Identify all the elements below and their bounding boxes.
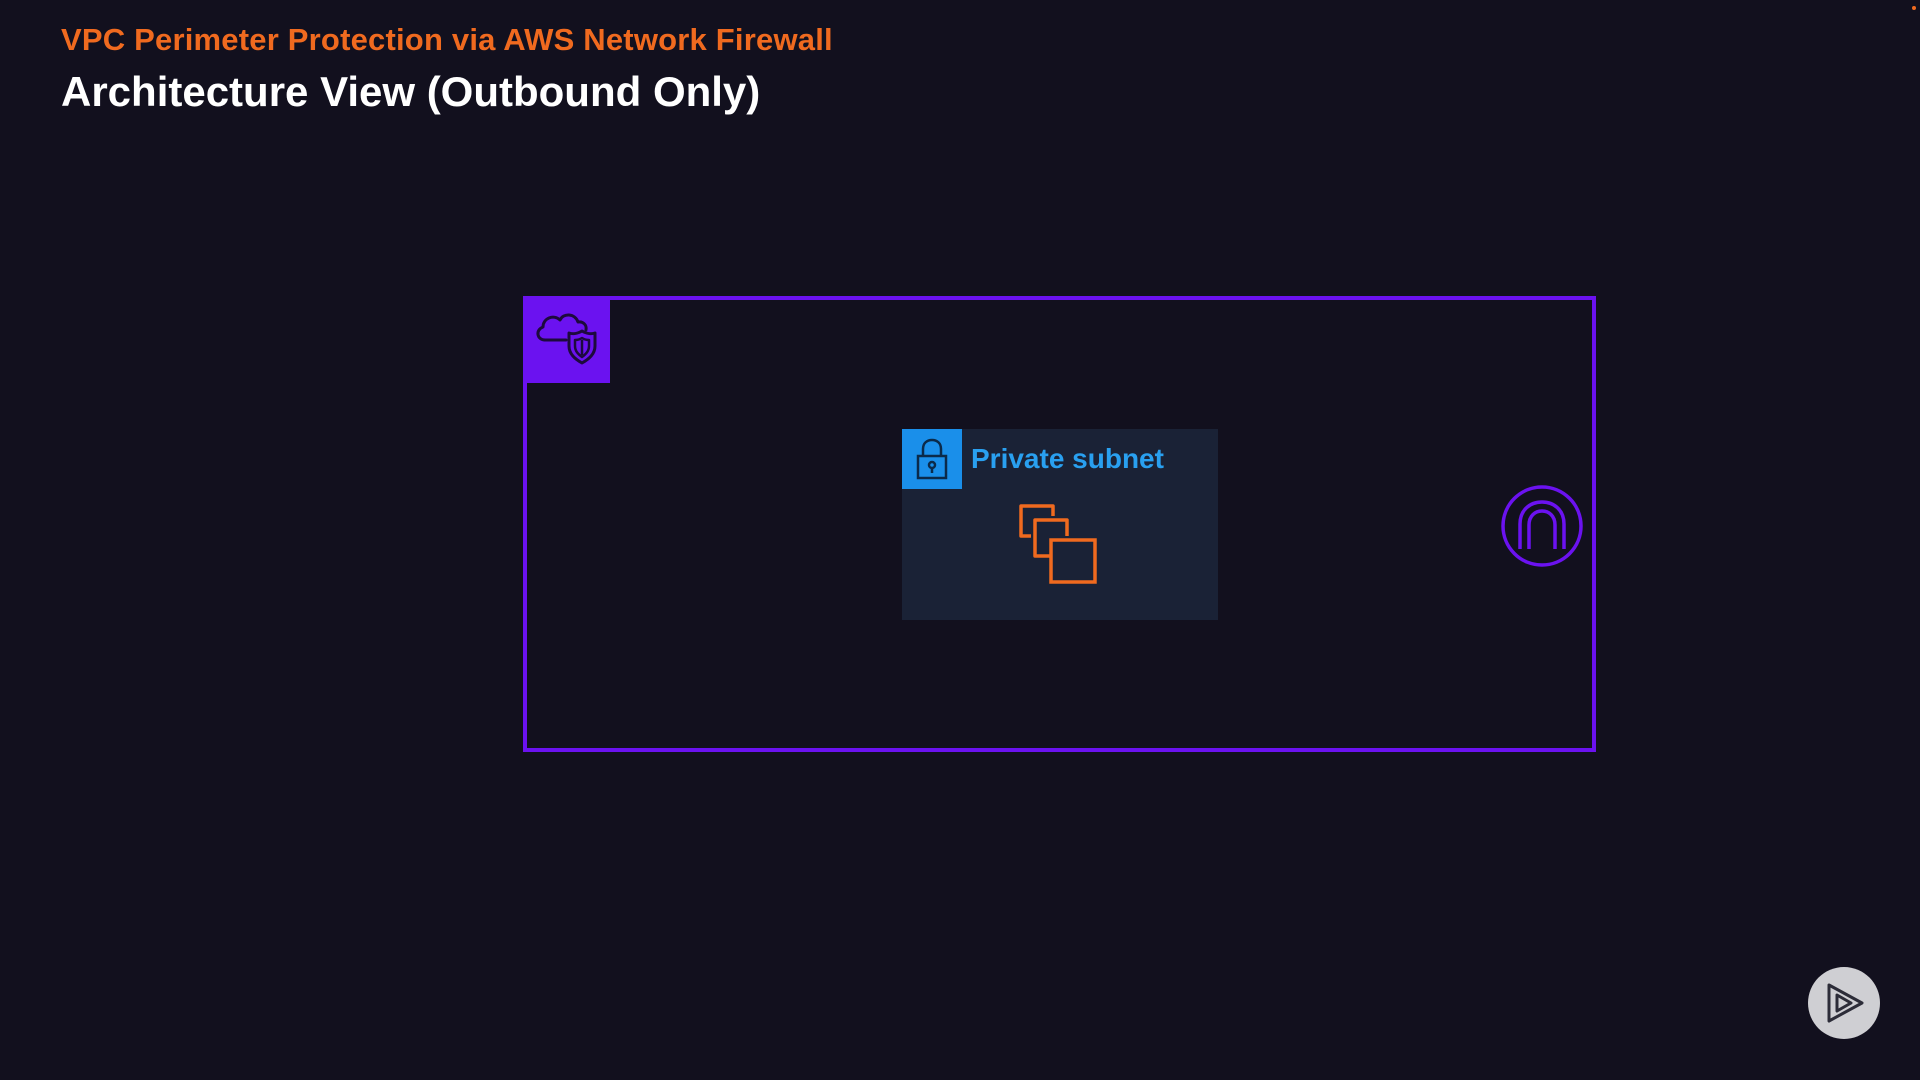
play-icon xyxy=(1827,983,1864,1023)
slide-subtitle: VPC Perimeter Protection via AWS Network… xyxy=(61,22,833,57)
private-subnet-label: Private subnet xyxy=(971,443,1164,474)
lock-icon xyxy=(902,429,962,489)
ec2-instances-icon xyxy=(1019,504,1097,584)
private-subnet: Private subnet xyxy=(902,429,1218,620)
internet-gateway-icon xyxy=(1501,485,1583,567)
slide: VPC Perimeter Protection via AWS Network… xyxy=(0,0,1920,1080)
play-button[interactable] xyxy=(1808,967,1880,1039)
corner-marker xyxy=(1912,6,1916,10)
slide-title: Architecture View (Outbound Only) xyxy=(61,68,761,115)
vpc-cloud-shield-icon xyxy=(523,296,610,383)
